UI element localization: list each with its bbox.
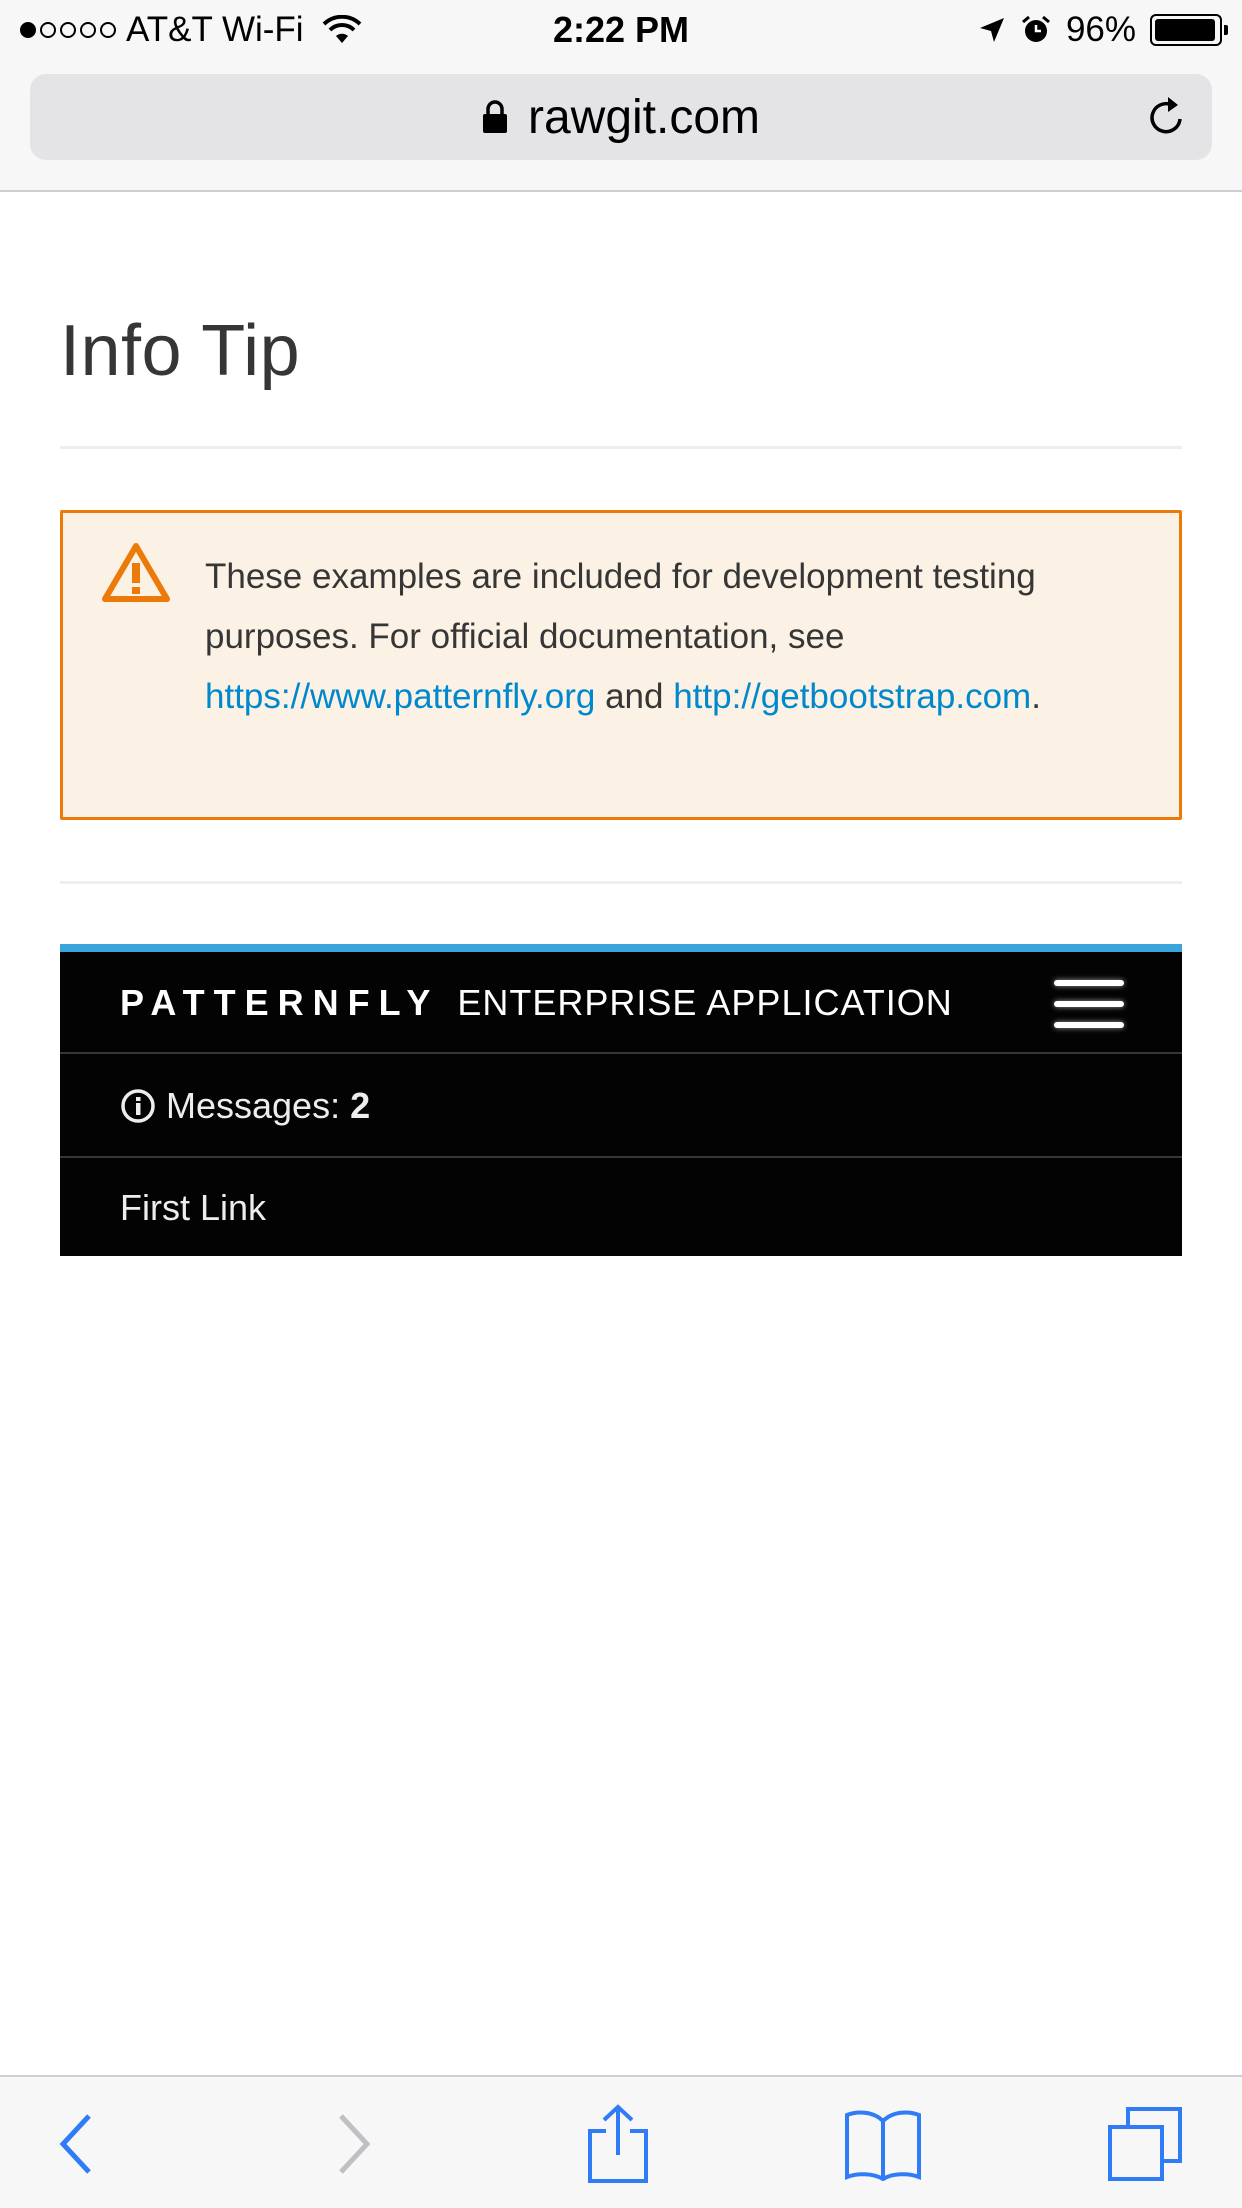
navbar-header: PATTERNFLY ENTERPRISE APPLICATION — [60, 952, 1182, 1054]
address-bar[interactable]: rawgit.com — [30, 74, 1212, 160]
alert-message: These examples are included for developm… — [205, 547, 1139, 727]
bootstrap-link[interactable]: http://getbootstrap.com — [673, 677, 1031, 716]
bookmarks-icon — [845, 2110, 921, 2181]
battery-icon — [1150, 14, 1228, 46]
status-right: 96% — [978, 8, 1228, 52]
brand-logo: PATTERNFLY — [120, 982, 440, 1023]
forward-icon — [339, 2114, 371, 2174]
alarm-icon — [1021, 15, 1050, 42]
back-button[interactable] — [32, 2099, 122, 2189]
patternfly-link[interactable]: https://www.patternfly.org — [205, 677, 595, 716]
tabs-icon — [1108, 2107, 1182, 2181]
nav-item-messages[interactable]: Messages: 2 — [60, 1056, 1182, 1158]
reload-icon[interactable] — [1142, 93, 1190, 141]
first-link-label: First Link — [120, 1187, 267, 1228]
back-icon — [59, 2114, 91, 2174]
browser-toolbar — [0, 2075, 1242, 2208]
alert-text-part: These examples are included for developm… — [205, 557, 1036, 656]
patternfly-navbar: PATTERNFLY ENTERPRISE APPLICATION Messag… — [60, 944, 1182, 1256]
battery-fill — [1155, 19, 1215, 41]
browser-header: rawgit.com — [0, 60, 1242, 192]
forward-button[interactable] — [308, 2099, 398, 2189]
nav-item-first-link[interactable]: First Link — [60, 1160, 1182, 1256]
divider — [60, 881, 1182, 884]
battery-percent: 96% — [1065, 10, 1136, 49]
messages-count: 2 — [350, 1085, 371, 1126]
brand[interactable]: PATTERNFLY ENTERPRISE APPLICATION — [120, 952, 953, 1054]
share-button[interactable] — [573, 2099, 663, 2189]
divider — [60, 446, 1182, 449]
location-arrow-icon — [979, 18, 1004, 42]
tabs-button[interactable] — [1100, 2099, 1190, 2189]
bookmarks-button[interactable] — [838, 2099, 928, 2189]
share-icon — [588, 2104, 648, 2183]
page-title: Info Tip — [60, 311, 301, 391]
url-display: rawgit.com — [30, 74, 1212, 160]
hamburger-icon[interactable] — [1054, 980, 1124, 1028]
url-text: rawgit.com — [527, 90, 761, 144]
brand-subtitle: ENTERPRISE APPLICATION — [457, 982, 953, 1023]
info-circle-icon — [121, 1089, 155, 1123]
warning-alert: These examples are included for developm… — [60, 510, 1182, 820]
alert-text-part: and — [595, 677, 674, 716]
messages-label: Messages: — [166, 1085, 341, 1126]
alert-text-part: . — [1031, 677, 1041, 716]
warning-triangle-icon — [102, 543, 170, 602]
lock-icon — [482, 100, 507, 133]
status-bar: AT&T Wi-Fi 2:22 PM 96% — [0, 0, 1242, 60]
